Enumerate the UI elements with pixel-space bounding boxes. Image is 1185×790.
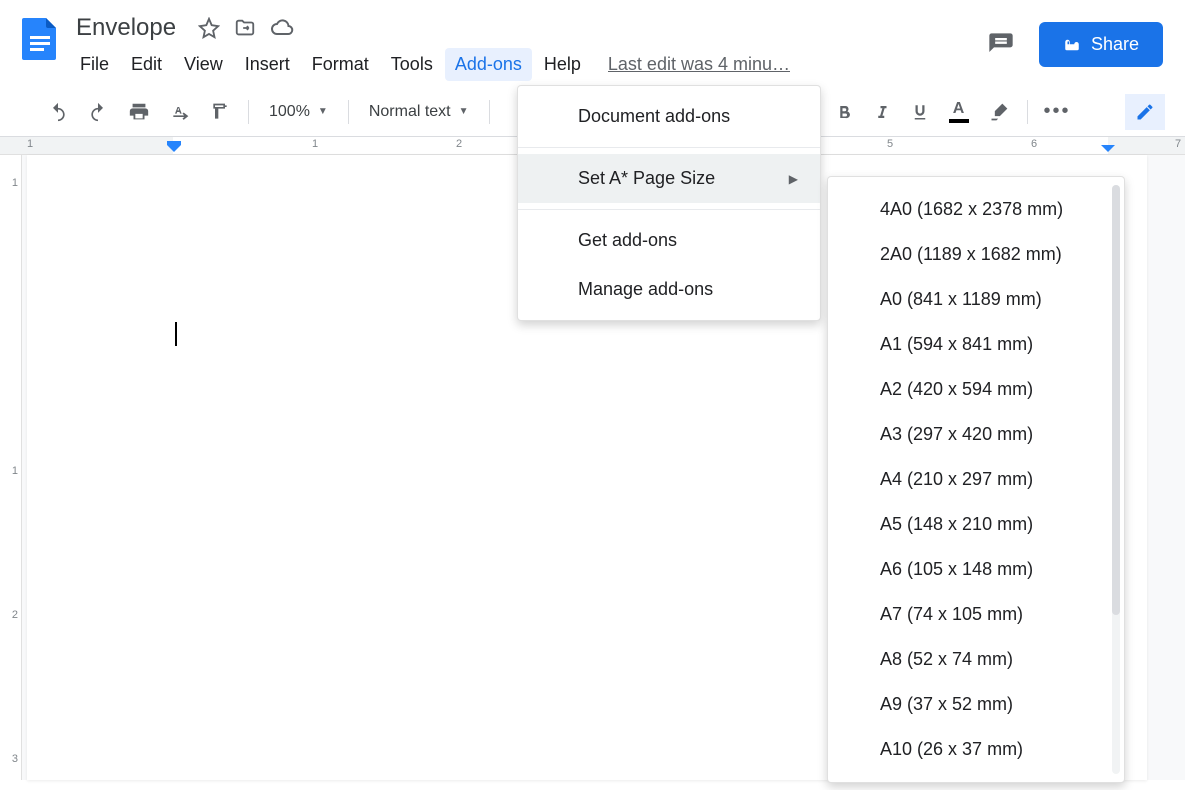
left-indent-marker[interactable] [167,137,181,155]
page-size-option[interactable]: A10 (26 x 37 mm) [828,727,1124,772]
menu-separator [518,209,820,210]
menu-addons[interactable]: Add-ons [445,48,532,81]
page-size-option[interactable]: A0 (841 x 1189 mm) [828,277,1124,322]
menu-get-addons[interactable]: Get add-ons [518,216,820,265]
page-size-option[interactable]: A9 (37 x 52 mm) [828,682,1124,727]
page-size-option[interactable]: 2A0 (1189 x 1682 mm) [828,232,1124,277]
menu-help[interactable]: Help [534,48,591,81]
menu-format[interactable]: Format [302,48,379,81]
spellcheck-icon[interactable] [162,96,198,128]
page-size-option[interactable]: A8 (52 x 74 mm) [828,637,1124,682]
vertical-ruler[interactable]: 1 1 2 3 [0,155,22,780]
style-dropdown[interactable]: Normal text▼ [359,97,479,127]
submenu-arrow-icon: ▶ [789,172,798,186]
menu-document-addons[interactable]: Document add-ons [518,92,820,141]
editing-mode-icon[interactable] [1125,94,1165,130]
docs-logo-icon[interactable] [10,8,70,68]
star-icon[interactable] [198,16,220,40]
redo-icon[interactable] [80,96,116,128]
zoom-dropdown[interactable]: 100%▼ [259,97,338,127]
separator [489,100,490,124]
cloud-icon[interactable] [270,16,294,40]
separator [248,100,249,124]
page-size-option[interactable]: A2 (420 x 594 mm) [828,367,1124,412]
separator [348,100,349,124]
page-size-option[interactable]: A6 (105 x 148 mm) [828,547,1124,592]
title-area: Envelope File Edit View Insert Format To… [70,8,987,87]
highlight-icon[interactable] [981,96,1017,128]
menu-edit[interactable]: Edit [121,48,172,81]
menu-separator [518,147,820,148]
page-size-option[interactable]: A7 (74 x 105 mm) [828,592,1124,637]
menubar: File Edit View Insert Format Tools Add-o… [70,46,987,87]
separator [1027,100,1028,124]
page-size-option[interactable]: A3 (297 x 420 mm) [828,412,1124,457]
menu-tools[interactable]: Tools [381,48,443,81]
last-edit-link[interactable]: Last edit was 4 minu… [608,54,790,75]
underline-icon[interactable] [903,97,937,127]
menu-manage-addons[interactable]: Manage add-ons [518,265,820,314]
right-indent-marker[interactable] [1101,137,1115,155]
addons-dropdown: Document add-ons Set A* Page Size ▶ Get … [517,85,821,321]
page-size-option[interactable]: A5 (148 x 210 mm) [828,502,1124,547]
comment-history-icon[interactable] [987,31,1015,59]
submenu-scrollbar[interactable] [1112,185,1120,774]
print-icon[interactable] [120,95,158,129]
move-icon[interactable] [234,16,256,40]
bold-icon[interactable] [827,97,861,127]
share-button-label: Share [1091,34,1139,55]
page-size-option[interactable]: 4A0 (1682 x 2378 mm) [828,187,1124,232]
paint-format-icon[interactable] [202,96,238,128]
menu-view[interactable]: View [174,48,233,81]
italic-icon[interactable] [865,97,899,127]
text-cursor [175,322,177,346]
menu-insert[interactable]: Insert [235,48,300,81]
page-size-option[interactable]: A1 (594 x 841 mm) [828,322,1124,367]
page-size-submenu: 4A0 (1682 x 2378 mm) 2A0 (1189 x 1682 mm… [827,176,1125,783]
menu-set-page-size[interactable]: Set A* Page Size ▶ [518,154,820,203]
header: Envelope File Edit View Insert Format To… [0,0,1185,87]
document-title[interactable]: Envelope [70,12,182,44]
share-button[interactable]: Share [1039,22,1163,67]
menu-file[interactable]: File [70,48,119,81]
more-icon[interactable]: ••• [1044,100,1071,123]
page-size-option[interactable]: A4 (210 x 297 mm) [828,457,1124,502]
text-color-icon[interactable]: A [941,94,977,129]
undo-icon[interactable] [40,96,76,128]
